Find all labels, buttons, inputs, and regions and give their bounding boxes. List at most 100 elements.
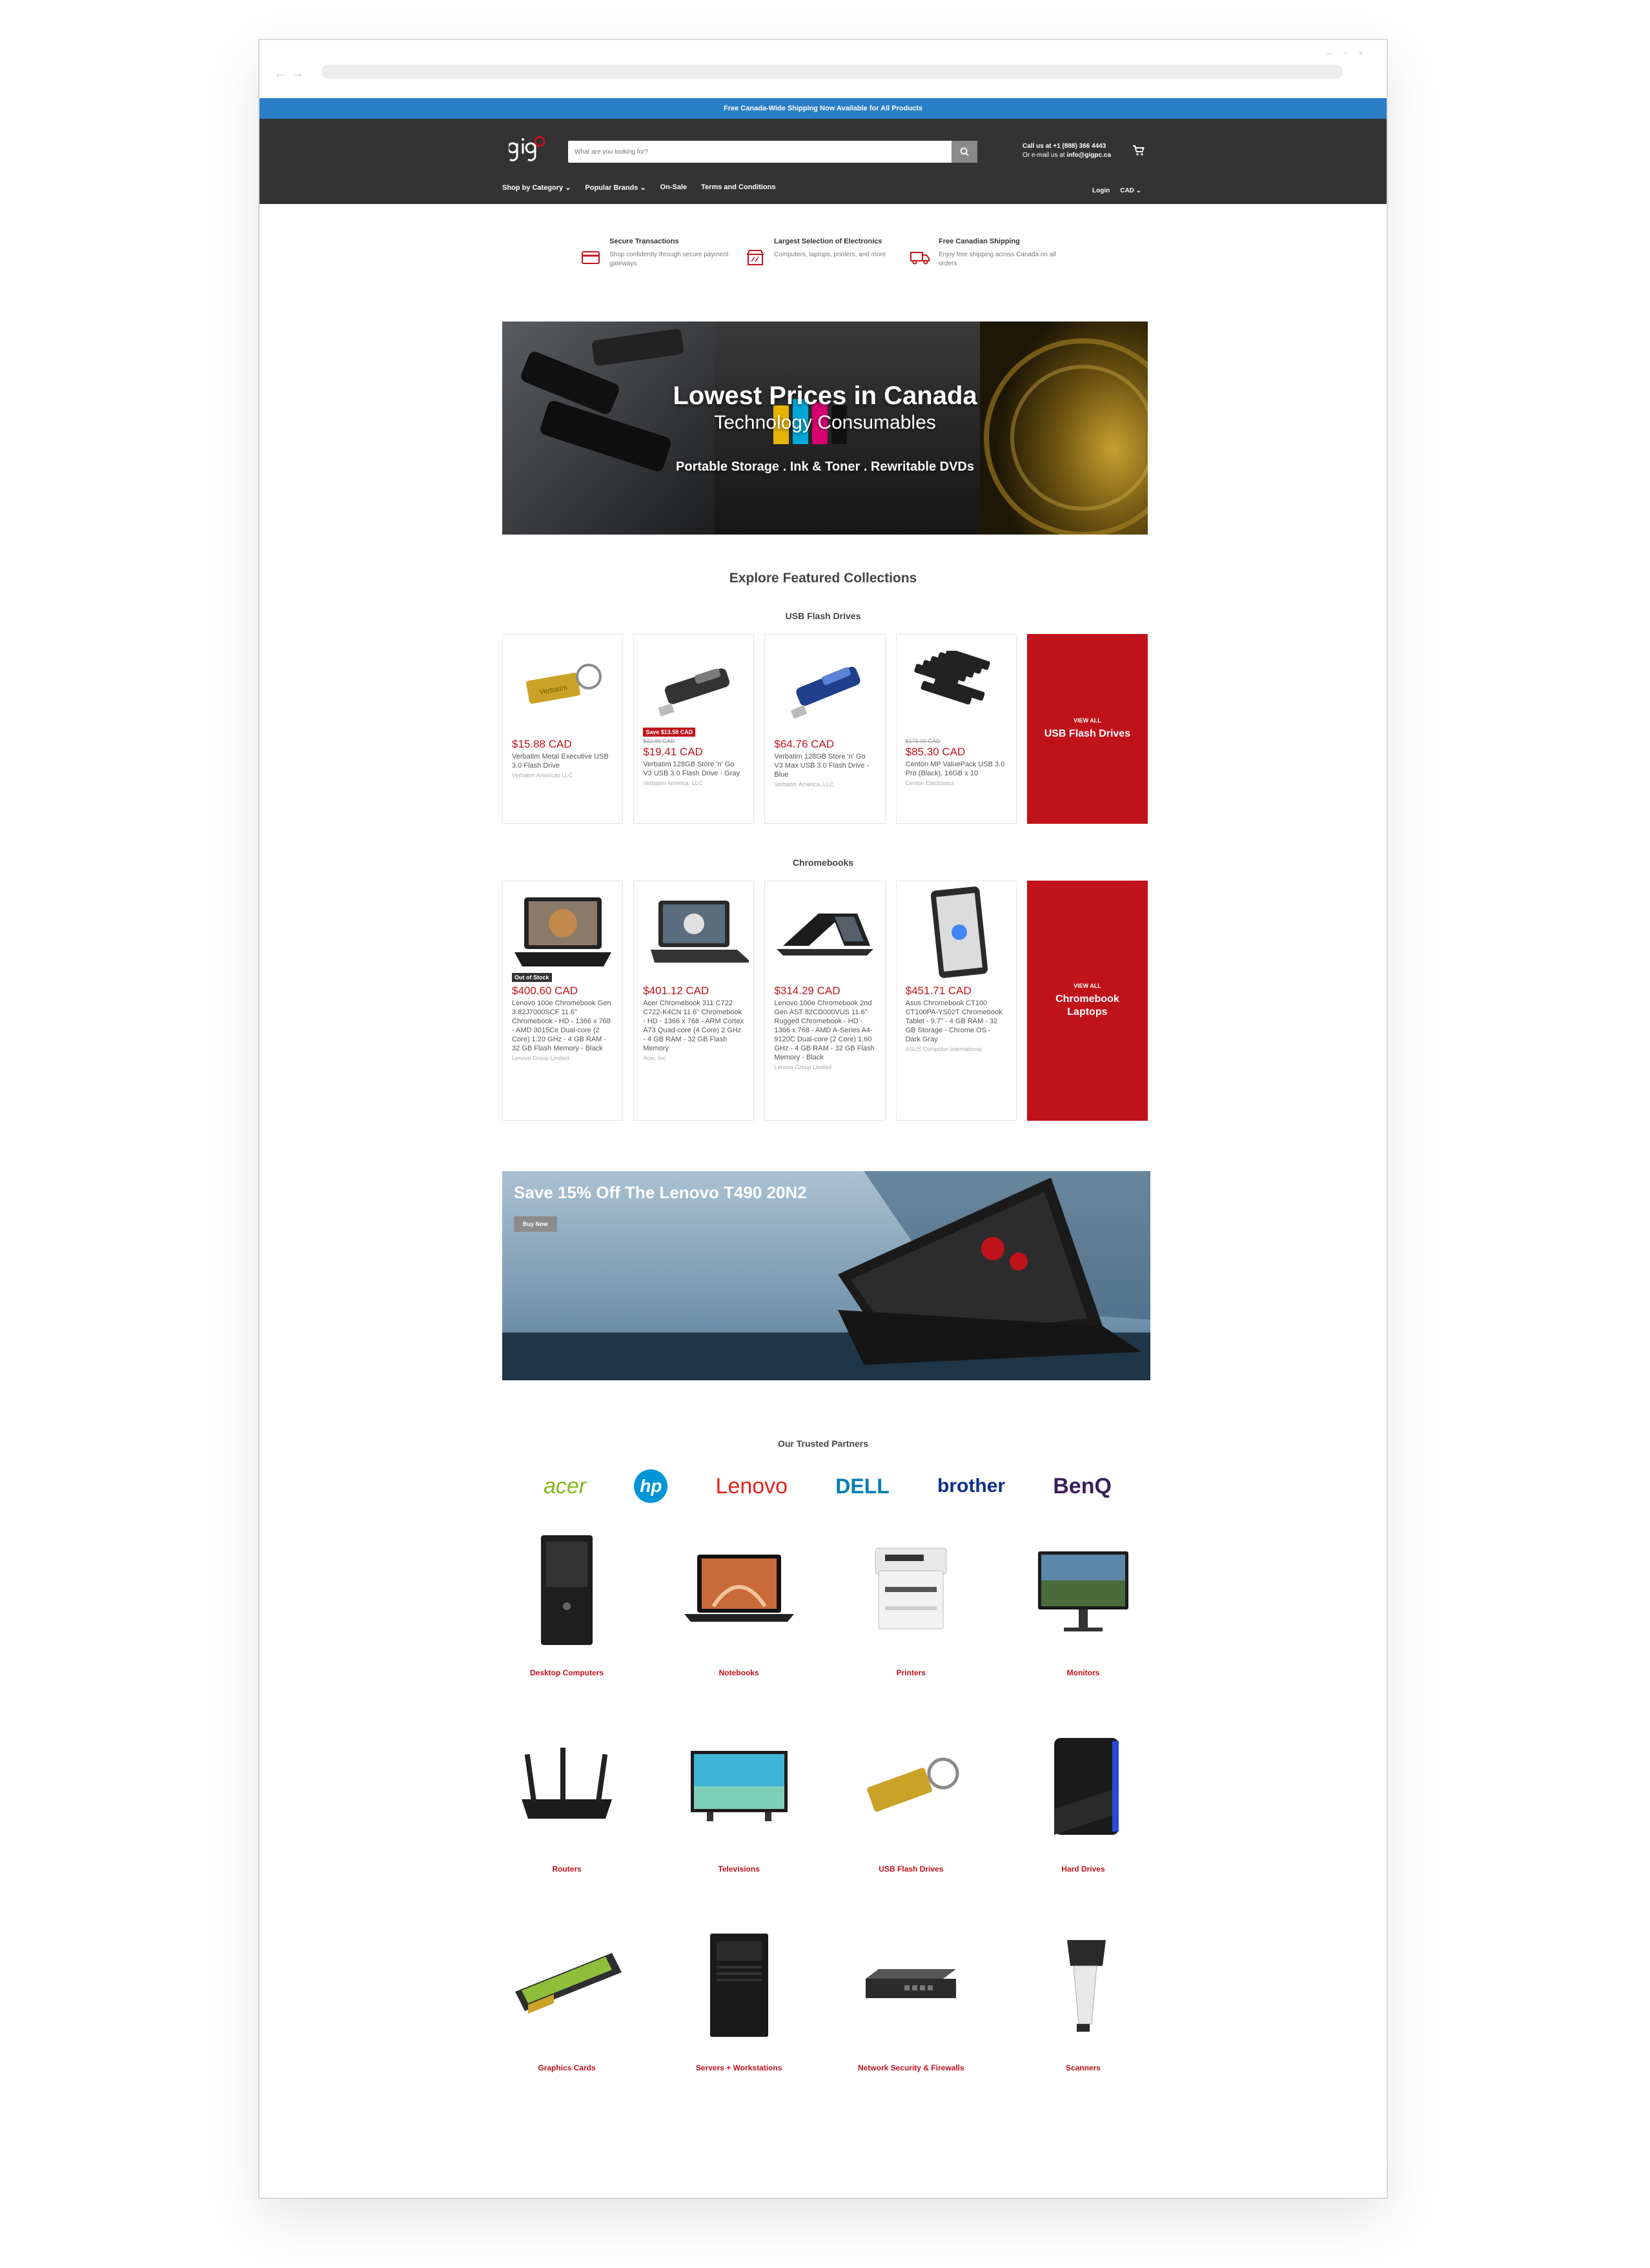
category-televisions[interactable]: Televisions [675, 1719, 804, 1874]
television-image [690, 1751, 788, 1821]
nav-label: Popular Brands [585, 184, 638, 192]
category-hard-drives[interactable]: Hard Drives [1019, 1719, 1148, 1874]
contact-info: Call us at +1 (888) 366 4443 Or e-mail u… [1023, 142, 1111, 160]
nav-on-sale[interactable]: On-Sale [660, 183, 688, 192]
category-servers[interactable]: Servers + Workstations [675, 1917, 804, 2072]
view-all-chromebooks-button[interactable]: VIEW ALL Chromebook Laptops [1026, 881, 1148, 1121]
nav-terms[interactable]: Terms and Conditions [701, 183, 775, 192]
gig-logo[interactable] [509, 134, 545, 164]
product-card[interactable]: Out of Stock $400.60 CAD Lenovo 100e Chr… [502, 881, 624, 1121]
collection-title-usb: USB Flash Drives [785, 611, 861, 621]
product-name[interactable]: Acer Chromebook 311 C722 C722-K4CN 11.6"… [643, 999, 744, 1053]
hp-logo[interactable]: hp [634, 1469, 668, 1503]
category-notebooks[interactable]: Notebooks [675, 1522, 804, 1677]
view-all-usb-button[interactable]: VIEW ALL USB Flash Drives [1026, 634, 1148, 824]
product-image [897, 635, 1016, 738]
dell-logo[interactable]: DELL [835, 1475, 890, 1498]
product-vendor: Lenovo Group Limited [512, 1055, 569, 1061]
product-price: $15.88 CAD [512, 738, 572, 750]
category-graphics-cards[interactable]: Graphics Cards [502, 1917, 631, 2072]
lenovo-promo-banner[interactable]: Save 15% Off The Lenovo T490 20N2 Buy No… [502, 1171, 1150, 1380]
product-vendor: Lenovo Group Limited [774, 1064, 831, 1070]
login-link[interactable]: Login [1092, 187, 1110, 194]
product-name[interactable]: Verbatim 128GB Store 'n' Go V3 USB 3.0 F… [643, 760, 744, 778]
category-monitors[interactable]: Monitors [1019, 1522, 1148, 1677]
address-bar[interactable] [321, 65, 1343, 79]
search-input[interactable] [568, 141, 949, 163]
email-link[interactable]: info@gigpc.ca [1066, 152, 1111, 159]
nav-popular-brands[interactable]: Popular Brands ⌄ [585, 183, 646, 192]
usb-blue-image [790, 666, 861, 719]
product-card[interactable]: Verbatim $15.88 CAD Verbatim Metal Execu… [502, 634, 624, 824]
buy-now-button[interactable]: Buy Now [514, 1216, 557, 1232]
product-card[interactable]: $314.29 CAD Lenovo 100e Chromebook 2nd G… [764, 881, 886, 1121]
chromebook-image [650, 901, 749, 963]
category-printers[interactable]: Printers [846, 1522, 975, 1677]
hero-subheadline: Technology Consumables [714, 412, 936, 433]
back-forward-icon[interactable]: ←→ [274, 65, 307, 81]
feature-selection: Largest Selection of Electronics Compute… [744, 238, 906, 269]
hero-banner[interactable]: Lowest Prices in Canada Technology Consu… [502, 322, 1148, 535]
phone-link[interactable]: +1 (888) 366 4443 [1053, 143, 1106, 150]
store-icon [744, 247, 766, 269]
brand-logos: acer hp Lenovo DELL brother BenQ [544, 1469, 1112, 1503]
product-old-price: $175.00 CAD [905, 738, 941, 744]
lenovo-logo[interactable]: Lenovo [716, 1474, 788, 1499]
category-image [1019, 1522, 1148, 1658]
product-name[interactable]: Centon MP ValuePack USB 3.0 Pro (Black),… [906, 760, 1007, 778]
feature-secure: Secure Transactions Shop confidently thr… [580, 238, 741, 269]
brother-logo[interactable]: brother [937, 1475, 1005, 1497]
email-label: Or e-mail us at [1023, 152, 1065, 159]
product-price: $400.60 CAD [512, 985, 578, 997]
product-name[interactable]: Verbatim Metal Executive USB 3.0 Flash D… [512, 752, 613, 770]
category-label: Notebooks [718, 1668, 759, 1677]
cart-icon[interactable] [1132, 145, 1145, 156]
category-desktops[interactable]: Desktop Computers [502, 1522, 631, 1677]
category-label: USB Flash Drives [879, 1864, 944, 1874]
site-header: Call us at +1 (888) 366 4443 Or e-mail u… [260, 119, 1387, 204]
firewall-appliance-image [866, 1969, 957, 1998]
chromebook-image [514, 897, 611, 966]
feature-desc: Enjoy free shipping across Canada on all… [939, 251, 1056, 267]
currency-selector[interactable]: CAD ⌄ [1120, 187, 1141, 194]
product-card[interactable]: $401.12 CAD Acer Chromebook 311 C722 C72… [633, 881, 755, 1121]
category-routers[interactable]: Routers [502, 1719, 631, 1874]
product-image [765, 881, 884, 985]
product-name[interactable]: Verbatim 128GB Store 'n' Go V3 Max USB 3… [774, 752, 875, 779]
product-card[interactable]: $451.71 CAD Asus Chromebook CT100 CT100P… [895, 881, 1017, 1121]
notebook-image [684, 1555, 794, 1622]
nav-label: Shop by Category [502, 184, 564, 192]
category-usb-drives[interactable]: USB Flash Drives [846, 1719, 975, 1874]
category-label: Scanners [1065, 2063, 1101, 2072]
nav-shop-by-category[interactable]: Shop by Category ⌄ [502, 183, 571, 192]
chevron-down-icon: ⌄ [640, 184, 646, 192]
view-all-label: VIEW ALL [1074, 983, 1101, 989]
product-name[interactable]: Lenovo 100e Chromebook Gen 3 82J7000SCF … [512, 999, 613, 1053]
product-card[interactable]: $175.00 CAD $85.30 CAD Centon MP ValuePa… [895, 634, 1017, 824]
utility-nav: Login CAD ⌄ [1092, 187, 1141, 194]
product-old-price: $32.99 CAD [643, 738, 675, 744]
promo-headline: Save 15% Off The Lenovo T490 20N2 [514, 1183, 807, 1202]
partners-title: Our Trusted Partners [777, 1438, 869, 1449]
search-button[interactable] [952, 141, 977, 163]
product-name[interactable]: Lenovo 100e Chromebook 2nd Gen AST 82CD0… [774, 999, 875, 1062]
benq-logo[interactable]: BenQ [1053, 1474, 1112, 1499]
product-vendor: Verbatim America, LLC [643, 780, 703, 786]
window-controls-icon[interactable]: –▫× [1327, 48, 1375, 58]
product-card[interactable]: $64.76 CAD Verbatim 128GB Store 'n' Go V… [764, 634, 886, 824]
server-tower-image [709, 1934, 768, 2037]
hero-text: Lowest Prices in Canada Technology Consu… [502, 322, 1148, 535]
hard-drive-image [1054, 1738, 1119, 1835]
category-image [502, 1522, 631, 1658]
category-image [846, 1719, 975, 1854]
category-scanners[interactable]: Scanners [1019, 1917, 1148, 2072]
category-label: Televisions [718, 1864, 760, 1874]
product-image: Verbatim [503, 635, 622, 738]
product-price: $85.30 CAD [905, 746, 966, 758]
product-card[interactable]: Save $13.58 CAD $32.99 CAD $19.41 CAD Ve… [633, 634, 755, 824]
acer-logo[interactable]: acer [544, 1474, 586, 1499]
printer-image [875, 1548, 947, 1629]
category-network-security[interactable]: Network Security & Firewalls [846, 1917, 975, 2072]
product-vendor: Verbatim Americas LLC [512, 772, 573, 779]
product-name[interactable]: Asus Chromebook CT100 CT100PA-YS02T Chro… [906, 999, 1007, 1044]
